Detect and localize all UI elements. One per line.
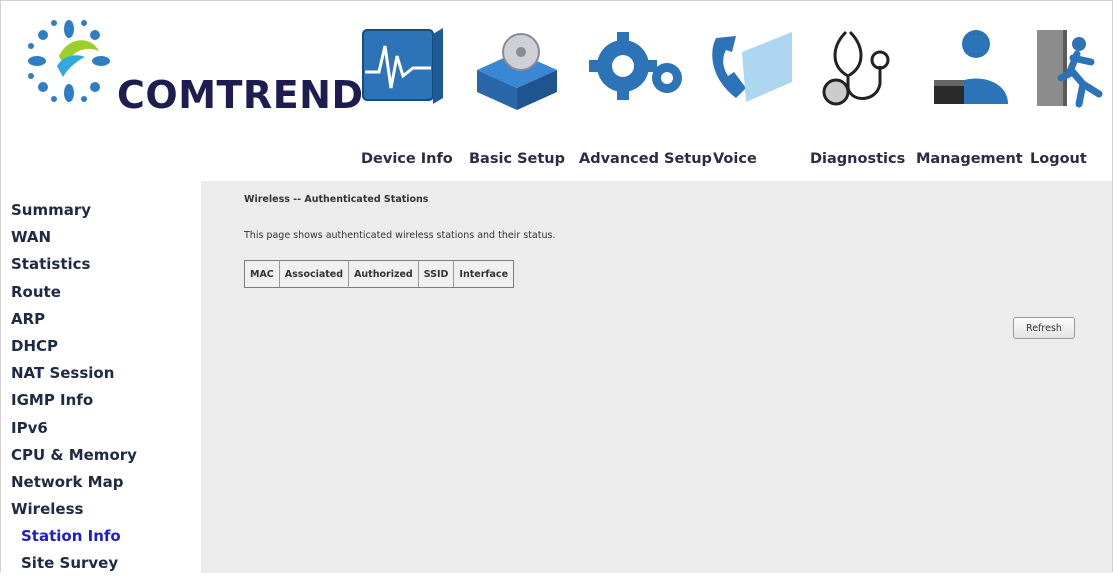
device-info-icon[interactable] xyxy=(361,13,445,123)
sidebar-item-site-survey[interactable]: Site Survey xyxy=(1,550,201,577)
nav-diagnostics[interactable]: Diagnostics xyxy=(810,151,905,167)
nav-logout[interactable]: Logout xyxy=(1030,151,1087,167)
sidebar-item-summary[interactable]: Summary xyxy=(1,197,201,224)
column-interface: Interface xyxy=(454,261,514,287)
refresh-button[interactable]: Refresh xyxy=(1013,317,1075,339)
nav-basic-setup[interactable]: Basic Setup xyxy=(469,151,565,167)
sidebar-item-dhcp[interactable]: DHCP xyxy=(1,333,201,360)
management-icon[interactable] xyxy=(926,13,1016,123)
column-mac: MAC xyxy=(245,261,280,287)
station-table: MAC Associated Authorized SSID Interface xyxy=(244,260,515,288)
table-header-row: MAC Associated Authorized SSID Interface xyxy=(245,261,514,287)
sidebar-item-igmp-info[interactable]: IGMP Info xyxy=(1,387,201,414)
voice-icon[interactable] xyxy=(706,13,796,123)
column-authorized: Authorized xyxy=(349,261,419,287)
sidebar-item-ipv6[interactable]: IPv6 xyxy=(1,415,201,442)
comtrend-logo: COMTREND xyxy=(19,11,363,121)
header: COMTREND Device Info Basic Setup Advance… xyxy=(1,1,1112,181)
sidebar-item-nat-session[interactable]: NAT Session xyxy=(1,360,201,387)
page-title: Wireless -- Authenticated Stations xyxy=(244,194,429,205)
sidebar-item-cpu-memory[interactable]: CPU & Memory xyxy=(1,442,201,469)
nav-management[interactable]: Management xyxy=(916,151,1023,167)
basic-setup-icon[interactable] xyxy=(471,13,563,123)
nav-voice[interactable]: Voice xyxy=(713,151,757,167)
sidebar-item-wan[interactable]: WAN xyxy=(1,224,201,251)
sidebar-item-route[interactable]: Route xyxy=(1,279,201,306)
sidebar-item-wireless[interactable]: Wireless xyxy=(1,496,201,523)
brand-name: COMTREND xyxy=(117,73,364,117)
sidebar-item-network-map[interactable]: Network Map xyxy=(1,469,201,496)
nav-advanced-setup[interactable]: Advanced Setup xyxy=(579,151,712,167)
nav-device-info[interactable]: Device Info xyxy=(361,151,453,167)
diagnostics-icon[interactable] xyxy=(816,13,906,123)
logout-icon[interactable] xyxy=(1033,13,1105,123)
column-ssid: SSID xyxy=(418,261,455,287)
advanced-setup-icon[interactable] xyxy=(581,13,691,123)
main-content: Wireless -- Authenticated Stations This … xyxy=(201,181,1112,573)
sidebar-item-arp[interactable]: ARP xyxy=(1,306,201,333)
sidebar: Summary WAN Statistics Route ARP DHCP NA… xyxy=(1,181,201,573)
comtrend-star-icon xyxy=(28,20,110,102)
sidebar-item-statistics[interactable]: Statistics xyxy=(1,251,201,278)
sidebar-item-station-info[interactable]: Station Info xyxy=(1,523,201,550)
page-description: This page shows authenticated wireless s… xyxy=(244,230,556,241)
column-associated: Associated xyxy=(279,261,350,287)
